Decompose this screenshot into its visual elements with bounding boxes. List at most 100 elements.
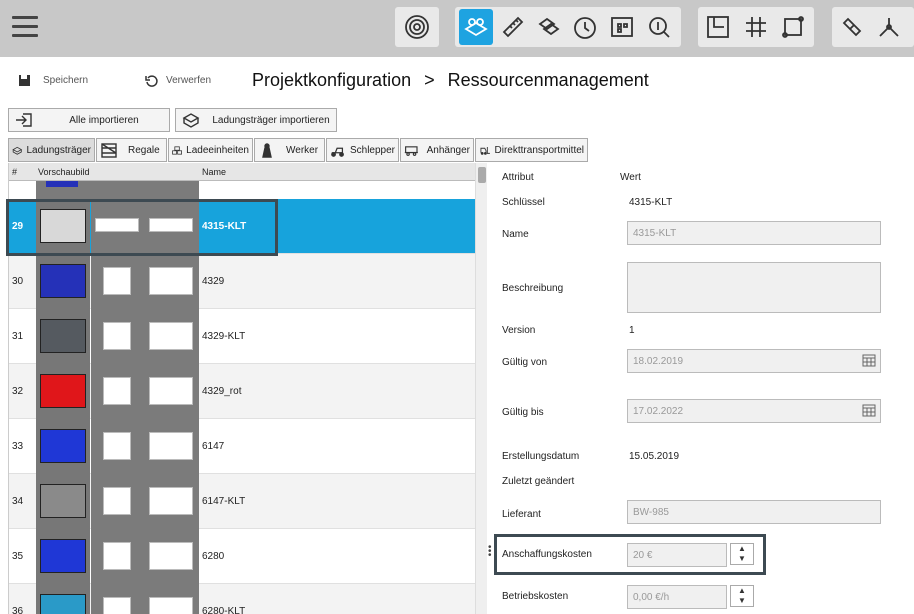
preview-side-view — [91, 584, 145, 614]
target-icon[interactable] — [400, 9, 434, 45]
tab-anhaenger[interactable]: Anhänger — [400, 138, 474, 162]
import-all-label: Alle importieren — [69, 114, 139, 126]
hamburger-menu-icon[interactable] — [12, 16, 38, 38]
search-cost-icon[interactable] — [642, 9, 676, 45]
table-row[interactable]: 30 4329 — [9, 254, 475, 309]
tab-ladeeinheiten[interactable]: Ladeeinheiten — [168, 138, 253, 162]
shelf-icon — [101, 142, 117, 158]
grid-icon[interactable] — [739, 9, 773, 45]
acquisition-cost-value: 20 € — [633, 550, 653, 561]
acquisition-cost-label: Anschaffungskosten — [502, 549, 592, 560]
tab-schlepper[interactable]: Schlepper — [326, 138, 399, 162]
preview-front-view — [145, 584, 199, 614]
operating-cost-field[interactable]: 0,00 €/h — [627, 585, 727, 609]
table-row[interactable]: 34 6147-KLT — [9, 474, 475, 529]
route-icon[interactable] — [776, 9, 810, 45]
tab-label: Direkttransportmittel — [494, 144, 584, 156]
column-header-name[interactable]: Name — [202, 167, 226, 177]
row-name: 4329_rot — [202, 386, 242, 397]
supplier-label: Lieferant — [502, 509, 541, 520]
table-row[interactable]: 35 6280 — [9, 529, 475, 584]
preview-side-view — [91, 474, 145, 529]
carrier-preview — [40, 484, 86, 518]
row-number: 33 — [12, 441, 24, 452]
link-icon[interactable] — [835, 9, 869, 45]
name-field[interactable]: 4315-KLT — [627, 221, 881, 245]
column-header-num[interactable]: # — [12, 167, 17, 177]
clock-icon[interactable] — [568, 9, 602, 45]
description-field[interactable] — [627, 262, 881, 313]
operating-cost-stepper[interactable]: ▲ ▼ — [730, 585, 754, 607]
attribute-header: Attribut — [502, 172, 534, 183]
breadcrumb-part-2: Ressourcenmanagement — [447, 70, 649, 90]
scrollbar-thumb[interactable] — [478, 167, 486, 183]
last-changed-label: Zuletzt geändert — [502, 476, 575, 487]
carrier-preview — [40, 374, 86, 408]
partial-row-thumbnail — [46, 181, 78, 187]
import-carriers-label: Ladungsträger importieren — [212, 114, 330, 126]
table-row[interactable]: 31 4329-KLT — [9, 309, 475, 364]
calendar-icon[interactable] — [862, 404, 876, 417]
splitter-handle[interactable]: • • • — [488, 543, 492, 561]
preview-side-view — [91, 309, 145, 364]
highlight-selected-row — [6, 199, 278, 256]
key-value: 4315-KLT — [629, 197, 673, 208]
tab-werker[interactable]: Werker — [254, 138, 325, 162]
floorplan-icon[interactable] — [701, 9, 735, 45]
key-label: Schlüssel — [502, 197, 545, 208]
preview-side-view — [91, 364, 145, 419]
valid-to-label: Gültig bis — [502, 407, 544, 418]
save-button[interactable]: Speichern — [18, 74, 88, 87]
trailer-icon — [404, 145, 418, 156]
column-header-preview[interactable]: Vorschaubild — [38, 167, 90, 177]
fork-icon[interactable] — [872, 9, 906, 45]
calendar-icon[interactable] — [862, 354, 876, 367]
save-icon — [19, 75, 30, 86]
tab-direkttransportmittel[interactable]: Direkttransportmittel — [475, 138, 588, 162]
name-field-value: 4315-KLT — [633, 228, 677, 239]
boxes-icon[interactable] — [532, 9, 566, 45]
breadcrumb-separator: > — [424, 70, 435, 90]
table-rows: 29 4315-KLT 30 4329 31 4329-KLT 32 4329_rot 33 61… — [9, 199, 475, 614]
import-carriers-button[interactable]: Ladungsträger importieren — [175, 108, 337, 132]
tab-label: Anhänger — [426, 144, 470, 156]
table-scrollbar[interactable] — [475, 163, 487, 614]
valid-to-field[interactable]: 17.02.2022 — [627, 399, 881, 423]
preview-side-view — [91, 254, 145, 309]
layout-grid-icon[interactable] — [605, 9, 639, 45]
preview-thumbnail — [36, 309, 90, 364]
carrier-preview — [40, 594, 86, 614]
row-number: 30 — [12, 276, 24, 287]
preview-side-view — [91, 529, 145, 584]
preview-thumbnail — [36, 474, 90, 529]
tab-ladungstraeger[interactable]: Ladungsträger — [8, 138, 95, 162]
row-number: 34 — [12, 496, 24, 507]
preview-front-view — [145, 254, 199, 309]
ruler-icon[interactable] — [496, 9, 530, 45]
valid-from-field[interactable]: 18.02.2019 — [627, 349, 881, 373]
row-name: 4329-KLT — [202, 331, 246, 342]
preview-thumbnail — [36, 364, 90, 419]
preview-front-view — [145, 529, 199, 584]
sites-icon[interactable] — [459, 9, 493, 45]
preview-thumbnail — [36, 529, 90, 584]
row-number: 36 — [12, 606, 24, 614]
table-row[interactable]: 36 6280-KLT — [9, 584, 475, 614]
discard-button[interactable]: Verwerfen — [145, 74, 211, 87]
version-value: 1 — [629, 325, 635, 336]
acquisition-cost-stepper[interactable]: ▲ ▼ — [730, 543, 754, 565]
preview-front-view — [145, 364, 199, 419]
row-name: 6147 — [202, 441, 225, 452]
row-number: 35 — [12, 551, 24, 562]
discard-label: Verwerfen — [166, 75, 212, 86]
supplier-field[interactable]: BW-985 — [627, 500, 881, 524]
table-row[interactable]: 33 6147 — [9, 419, 475, 474]
tab-regale[interactable]: Regale — [96, 138, 167, 162]
import-all-button[interactable]: Alle importieren — [8, 108, 170, 132]
operating-cost-label: Betriebskosten — [502, 591, 569, 602]
table-row[interactable]: 32 4329_rot — [9, 364, 475, 419]
save-label: Speichern — [43, 75, 89, 86]
created-value: 15.05.2019 — [629, 451, 680, 462]
preview-thumbnail — [36, 254, 90, 309]
acquisition-cost-field[interactable]: 20 € — [627, 543, 727, 567]
